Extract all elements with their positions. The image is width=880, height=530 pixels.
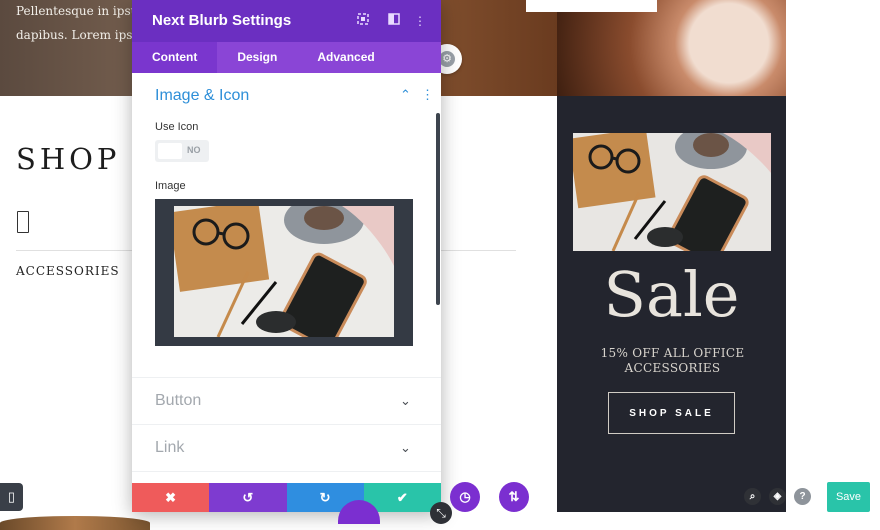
help-icon: ? <box>799 491 806 502</box>
tab-advanced[interactable]: Advanced <box>297 42 394 73</box>
toggle-knob <box>158 143 182 159</box>
modal-footer: ✖ ↺ ↻ ✔ <box>132 483 441 512</box>
shop-heading: SHOP <box>16 142 121 176</box>
section-link-label: Link <box>155 439 185 456</box>
layers-button[interactable]: ◈ <box>769 488 786 505</box>
category-link-accessories[interactable]: ACCESSORIES <box>16 264 120 278</box>
shop-sale-button[interactable]: SHOP SALE <box>608 392 735 434</box>
hero-white-strip <box>526 0 657 12</box>
image-thumbnail <box>174 206 394 337</box>
section-menu-icon[interactable]: ⋮ <box>421 87 434 103</box>
chevron-up-icon[interactable]: ⌃ <box>400 87 411 103</box>
tab-content[interactable]: Content <box>132 42 218 73</box>
save-button[interactable]: Save <box>827 482 870 512</box>
modal-title: Next Blurb Settings <box>152 12 292 29</box>
image-upload-preview[interactable] <box>155 199 413 346</box>
resize-handle[interactable]: ⤡ <box>430 502 452 524</box>
modal-scrollbar[interactable] <box>436 113 440 305</box>
chevron-down-icon: ⌄ <box>400 393 411 408</box>
gear-icon: ⚙ <box>439 51 455 67</box>
promo-image <box>573 133 771 251</box>
portability-button[interactable]: ⇅ <box>499 482 529 512</box>
close-icon: ✖ <box>165 489 177 505</box>
clock-icon: ◷ <box>459 489 471 504</box>
section-link[interactable]: Link ⌄ <box>132 424 441 471</box>
history-button[interactable]: ◷ <box>450 482 480 512</box>
search-icon: ⌕ <box>749 491 756 502</box>
help-button[interactable]: ? <box>794 488 811 505</box>
layers-icon: ◈ <box>773 491 782 502</box>
undo-icon: ↺ <box>242 489 254 505</box>
blurb-settings-modal: Next Blurb Settings ⋮ Content Design Adv… <box>132 0 441 512</box>
section-button[interactable]: Button ⌄ <box>132 377 441 424</box>
promo-headline: Sale <box>603 258 740 331</box>
tab-design[interactable]: Design <box>217 42 297 73</box>
undo-button[interactable]: ↺ <box>209 483 287 512</box>
image-label: Image <box>155 180 186 192</box>
check-icon: ✔ <box>396 489 408 505</box>
chevron-down-icon: ⌄ <box>400 440 411 455</box>
sort-arrows-icon: ⇅ <box>508 489 520 504</box>
hero-image-right <box>557 0 786 96</box>
use-icon-toggle[interactable]: NO <box>155 140 209 162</box>
redo-icon: ↻ <box>319 489 331 505</box>
expand-icon[interactable] <box>355 13 371 29</box>
modal-header: Next Blurb Settings ⋮ <box>132 0 441 42</box>
split-view-icon[interactable] <box>386 13 402 29</box>
section-title-image-icon[interactable]: Image & Icon <box>155 87 249 105</box>
zoom-button[interactable]: ⌕ <box>744 488 761 505</box>
use-icon-label: Use Icon <box>155 121 199 133</box>
phone-icon: ▯ <box>7 489 16 504</box>
footer-image-peek <box>0 516 150 530</box>
discard-button[interactable]: ✖ <box>132 483 210 512</box>
mobile-view-button[interactable]: ▯ <box>0 483 23 511</box>
modal-tabs: Content Design Advanced <box>132 42 441 73</box>
promo-subline: 15% OFF ALL OFFICE ACCESSORIES <box>600 346 745 375</box>
more-options-icon[interactable]: ⋮ <box>412 13 428 29</box>
resize-icon: ⤡ <box>436 505 446 520</box>
toggle-value: NO <box>187 145 201 155</box>
modal-body: Image & Icon ⌃ ⋮ Use Icon NO Image Butto… <box>132 73 441 483</box>
phone-outline-icon <box>17 211 29 233</box>
section-button-label: Button <box>155 392 202 409</box>
